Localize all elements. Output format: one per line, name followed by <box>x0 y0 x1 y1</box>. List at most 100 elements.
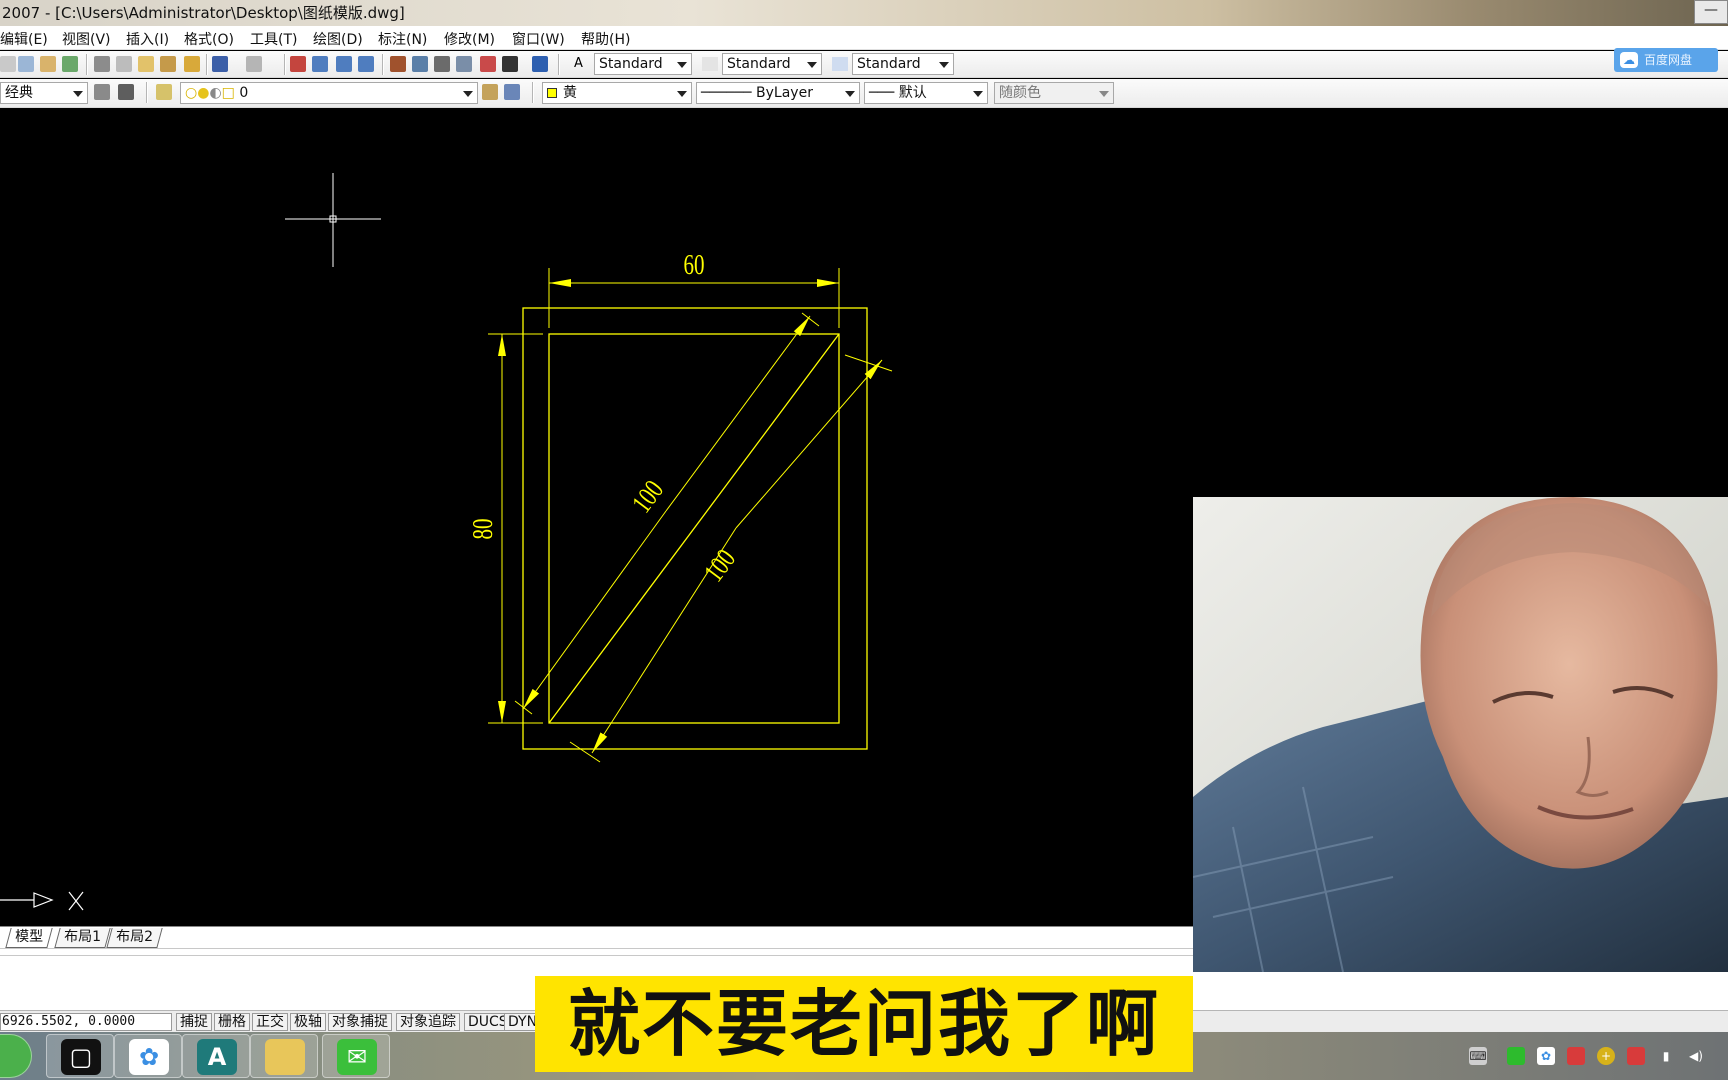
layer-manager-icon[interactable] <box>156 84 172 100</box>
security-tray-icon[interactable]: + <box>1597 1047 1615 1065</box>
autocad-icon[interactable]: A <box>182 1034 250 1078</box>
plot-style-select[interactable]: 随颜色 <box>994 82 1114 104</box>
publish-icon[interactable] <box>62 56 78 72</box>
block-editor-icon[interactable] <box>184 56 200 72</box>
pan-icon[interactable] <box>290 56 306 72</box>
outer-rectangle <box>522 307 868 750</box>
menu-modify[interactable]: 修改(M) <box>444 29 495 49</box>
workspace-settings-icon[interactable] <box>94 84 110 100</box>
coordinates-display: 6926.5502, 0.0000 <box>0 1013 172 1031</box>
table-style-icon <box>832 57 848 71</box>
menu-tools[interactable]: 工具(T) <box>250 29 297 49</box>
toolbar-separator <box>146 82 148 103</box>
color-select[interactable]: 黄 <box>542 82 692 104</box>
color-swatch <box>547 88 557 98</box>
menu-view[interactable]: 视图(V) <box>62 29 111 49</box>
toolbar-separator <box>206 54 208 75</box>
minimize-icon: — <box>1704 2 1718 18</box>
tab-layout2[interactable]: 布局2 <box>106 928 163 948</box>
polar-toggle[interactable]: 极轴 <box>290 1013 326 1031</box>
workspace-select[interactable]: 经典 <box>0 82 88 104</box>
toolbar-separator <box>558 54 560 75</box>
menu-format[interactable]: 格式(O) <box>184 29 234 49</box>
linetype-select[interactable]: ────── ByLayer <box>696 82 860 104</box>
markup-icon[interactable] <box>480 56 496 72</box>
dimension-left-text: 80 <box>468 519 499 540</box>
otrack-toggle[interactable]: 对象追踪 <box>396 1013 460 1031</box>
cut-icon[interactable] <box>94 56 110 72</box>
match-properties-icon[interactable] <box>160 56 176 72</box>
window-title-bar: 2007 - [C:\Users\Administrator\Desktop\图… <box>0 0 1728 26</box>
usb-tray-icon[interactable] <box>1627 1047 1645 1065</box>
redo-icon[interactable] <box>246 56 262 72</box>
make-object-layer-current-icon[interactable] <box>482 84 498 100</box>
tool-palettes-icon[interactable] <box>434 56 450 72</box>
wechat-tray-icon[interactable] <box>1507 1047 1525 1065</box>
menu-help[interactable]: 帮助(H) <box>581 29 630 49</box>
open-icon[interactable] <box>0 56 16 72</box>
dimension-diagonal-inner <box>514 312 820 715</box>
keyboard-icon[interactable]: ⌨ <box>1469 1047 1487 1065</box>
crosshair-cursor <box>285 173 381 267</box>
menu-window[interactable]: 窗口(W) <box>512 29 565 49</box>
osnap-toggle[interactable]: 对象捕捉 <box>328 1013 392 1031</box>
tab-layout1[interactable]: 布局1 <box>54 928 111 948</box>
network-icon[interactable]: ▮ <box>1657 1047 1675 1065</box>
copy-icon[interactable] <box>116 56 132 72</box>
layer-select[interactable]: ○●◐□ 0 <box>180 82 478 104</box>
layer-previous-icon[interactable] <box>504 84 520 100</box>
baidu-cloud-icon: ☁ <box>1620 52 1638 68</box>
subtitle-caption: 就不要老问我了啊 <box>535 976 1193 1072</box>
baidu-netdisk-icon[interactable]: ✿ <box>114 1034 182 1078</box>
menu-insert[interactable]: 插入(I) <box>126 29 169 49</box>
baidu-cloud-button[interactable]: ☁ 百度网盘 <box>1614 48 1718 72</box>
paste-icon[interactable] <box>138 56 154 72</box>
zoom-window-icon[interactable] <box>336 56 352 72</box>
video-recorder-icon[interactable]: ▢ <box>46 1034 114 1078</box>
sheet-set-icon[interactable] <box>456 56 472 72</box>
help-icon[interactable] <box>532 56 548 72</box>
layer-freeze-icon: ● <box>197 85 210 101</box>
snap-toggle[interactable]: 捕捉 <box>176 1013 212 1031</box>
current-layer-name: 0 <box>239 85 249 101</box>
tab-model[interactable]: 模型 <box>5 928 53 948</box>
menu-edit[interactable]: 编辑(E) <box>0 29 48 49</box>
toolbar-separator <box>382 54 384 75</box>
menu-dimension[interactable]: 标注(N) <box>378 29 427 49</box>
netdisk-tray-icon[interactable]: ✿ <box>1537 1047 1555 1065</box>
start-icon[interactable] <box>0 1034 32 1078</box>
design-center-icon[interactable] <box>412 56 428 72</box>
table-style-select[interactable]: Standard <box>852 53 954 75</box>
layer-lock-icon: ◐ <box>209 85 222 101</box>
webcam-person-image <box>1193 497 1728 972</box>
zoom-previous-icon[interactable] <box>358 56 374 72</box>
record-tray-icon[interactable] <box>1567 1047 1585 1065</box>
wechat-icon[interactable]: ✉ <box>322 1034 390 1078</box>
layer-on-icon: ○ <box>185 85 198 101</box>
standard-toolbar: A Standard Standard Standard <box>0 51 1728 78</box>
ortho-toggle[interactable]: 正交 <box>252 1013 288 1031</box>
dimension-top-text: 60 <box>684 250 705 281</box>
undo-icon[interactable] <box>212 56 228 72</box>
ucs-icon <box>0 891 84 911</box>
lineweight-select[interactable]: ─── 默认 <box>864 82 988 104</box>
grid-toggle[interactable]: 栅格 <box>214 1013 250 1031</box>
toolbar-separator <box>284 54 286 75</box>
text-style-select[interactable]: Standard <box>594 53 692 75</box>
menu-draw[interactable]: 绘图(D) <box>313 29 363 49</box>
file-explorer-icon[interactable] <box>250 1034 318 1078</box>
zoom-realtime-icon[interactable] <box>312 56 328 72</box>
dim-style-select[interactable]: Standard <box>722 53 822 75</box>
toolbar-separator <box>86 54 88 75</box>
properties-icon[interactable] <box>390 56 406 72</box>
menu-bar: 编辑(E) 视图(V) 插入(I) 格式(O) 工具(T) 绘图(D) 标注(N… <box>0 26 1728 50</box>
volume-icon[interactable]: ◀) <box>1687 1047 1705 1065</box>
save-icon[interactable] <box>18 56 34 72</box>
calculator-icon[interactable] <box>502 56 518 72</box>
save-workspace-icon[interactable] <box>118 84 134 100</box>
diagonal-line <box>548 333 840 724</box>
plot-icon[interactable] <box>40 56 56 72</box>
webcam-overlay <box>1193 497 1728 972</box>
minimize-button[interactable]: — <box>1694 0 1728 24</box>
text-style-icon: A <box>574 56 583 71</box>
